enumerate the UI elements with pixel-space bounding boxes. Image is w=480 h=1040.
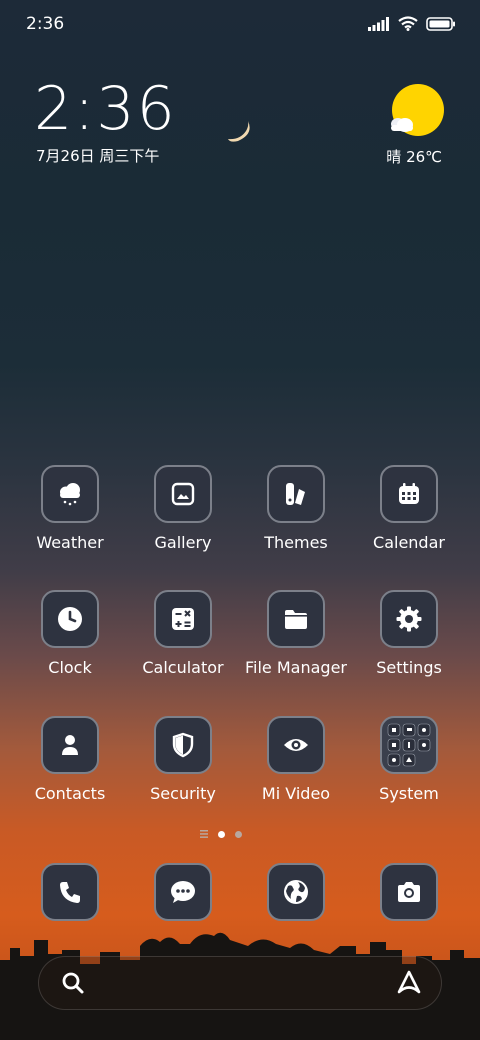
page-dot[interactable] xyxy=(235,830,242,838)
app-settings[interactable]: Settings xyxy=(349,590,469,677)
dock-messages[interactable] xyxy=(154,863,212,921)
phone-icon xyxy=(41,863,99,921)
app-file-manager[interactable]: File Manager xyxy=(236,590,356,677)
status-bar-time: 2:36 xyxy=(26,14,65,34)
calculator-icon xyxy=(154,590,212,648)
signal-icon xyxy=(368,16,389,31)
contacts-icon xyxy=(41,716,99,774)
page-dot-active[interactable] xyxy=(218,830,225,838)
search-icon[interactable] xyxy=(61,971,85,995)
app-clock[interactable]: Clock xyxy=(10,590,130,677)
dock-phone[interactable] xyxy=(41,863,99,921)
browser-icon xyxy=(267,863,325,921)
app-label: Gallery xyxy=(154,533,212,552)
app-label: Settings xyxy=(376,658,442,677)
app-contacts[interactable]: Contacts xyxy=(10,716,130,803)
dock-camera[interactable] xyxy=(380,863,438,921)
app-label: Calculator xyxy=(142,658,224,677)
search-bar[interactable] xyxy=(38,956,442,1010)
themes-icon xyxy=(267,465,325,523)
app-label: File Manager xyxy=(245,658,347,677)
feed-page-icon xyxy=(200,830,208,838)
app-calendar[interactable]: Calendar xyxy=(349,465,469,552)
app-calculator[interactable]: Calculator xyxy=(123,590,243,677)
folder-icon xyxy=(267,590,325,648)
app-security[interactable]: Security xyxy=(123,716,243,803)
camera-icon xyxy=(380,863,438,921)
app-label: Themes xyxy=(264,533,328,552)
app-mi-video[interactable]: Mi Video xyxy=(236,716,356,803)
clock-widget-time[interactable]: 2:36 xyxy=(34,74,177,144)
shield-icon xyxy=(154,716,212,774)
status-bar-icons xyxy=(368,16,456,31)
battery-icon xyxy=(426,16,455,31)
app-label: Weather xyxy=(36,533,104,552)
app-label: Contacts xyxy=(34,784,106,803)
app-label: Clock xyxy=(48,658,92,677)
folder-grid-icon xyxy=(380,716,438,774)
app-label: System xyxy=(379,784,439,803)
weather-widget-text: 晴 26℃ xyxy=(386,148,442,166)
eye-icon xyxy=(267,716,325,774)
gallery-icon xyxy=(154,465,212,523)
page-indicator[interactable] xyxy=(200,830,242,838)
app-gallery[interactable]: Gallery xyxy=(123,465,243,552)
calendar-icon xyxy=(380,465,438,523)
weather-icon xyxy=(41,465,99,523)
app-label: Mi Video xyxy=(261,784,331,803)
moon-decoration xyxy=(228,121,250,142)
app-system-folder[interactable]: System xyxy=(349,716,469,803)
app-label: Security xyxy=(150,784,216,803)
gear-icon xyxy=(380,590,438,648)
assistant-icon[interactable] xyxy=(395,969,423,997)
app-themes[interactable]: Themes xyxy=(236,465,356,552)
dock-browser[interactable] xyxy=(267,863,325,921)
sunny-cloud-icon[interactable] xyxy=(384,84,444,144)
message-icon xyxy=(154,863,212,921)
app-weather[interactable]: Weather xyxy=(10,465,130,552)
clock-icon xyxy=(41,590,99,648)
wifi-icon xyxy=(398,16,418,31)
app-label: Calendar xyxy=(373,533,445,552)
clock-widget-date: 7月26日 周三下午 xyxy=(36,147,160,165)
